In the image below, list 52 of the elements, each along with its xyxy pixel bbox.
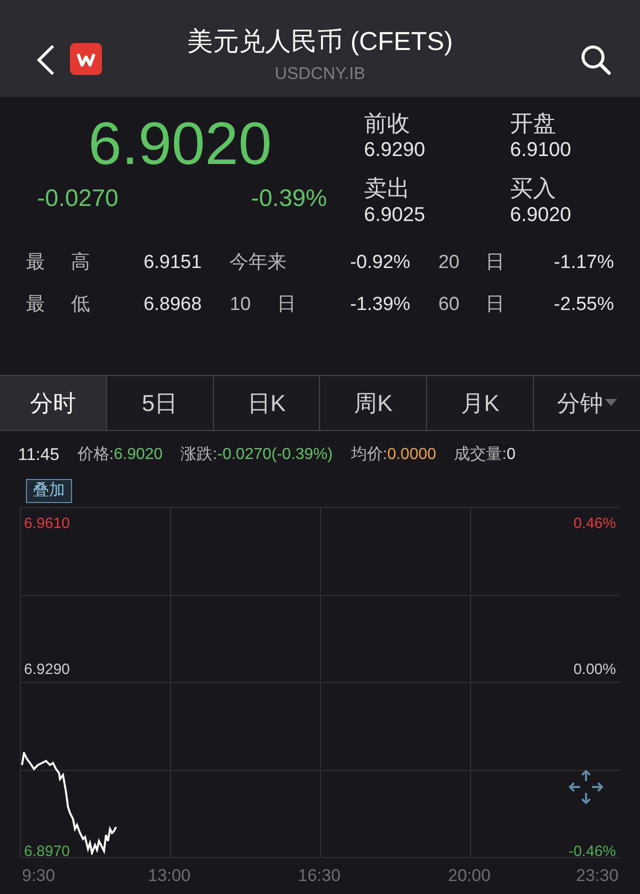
search-icon[interactable] [580,44,612,76]
field-label: 卖出 [364,174,411,202]
stat-value: -0.92% [349,251,410,275]
stat-label: 20 日 [438,251,506,275]
back-icon[interactable] [36,44,56,76]
stat-value: -2.55% [552,293,614,317]
stat-label: 60 日 [438,293,506,317]
price-axis-label: 6.9290 [24,660,70,680]
percent-axis-label: -0.46% [568,842,616,862]
info-value: 0.0000 [387,445,436,465]
field-value: 6.9100 [510,138,572,163]
symbol-code: USDCNY.IB [274,63,366,85]
expand-icon[interactable] [568,769,604,805]
stat-value: 6.8968 [142,293,202,317]
caret-icon [605,399,618,407]
time-axis-label: 23:30 [576,865,619,887]
stat-value: -1.39% [349,293,410,317]
info-label: 价格: [77,445,114,465]
current-price: 6.9020 [88,109,272,179]
stat-label: 10 日 [230,293,298,317]
price-axis-label: 6.9610 [24,514,70,534]
info-value: 0 [506,445,516,465]
stat-label: 最 低 [26,293,92,317]
time-axis-label: 9:30 [22,865,56,887]
stat-value: 6.9151 [142,251,202,275]
time-axis-label: 20:00 [448,865,491,887]
app-logo-icon [70,43,102,75]
price-axis-label: 6.8970 [24,842,70,862]
field-label: 买入 [510,174,557,202]
percent-change: -0.39% [250,184,327,214]
time-label: 11:45 [18,444,60,466]
info-value: -0.0270(-0.39%) [217,445,333,465]
chart-tab[interactable]: 分时 [0,376,106,430]
info-label: 均价: [350,445,388,465]
info-label: 涨跌: [180,445,218,465]
percent-axis-label: 0.46% [573,514,616,534]
stat-label: 今年来 [230,251,288,275]
field-label: 开盘 [510,109,557,137]
field-value: 6.9025 [364,203,426,228]
stat-value: -1.17% [552,251,614,275]
price-change: -0.0270 [37,184,118,214]
stat-label: 最 高 [26,251,92,275]
info-value: 6.9020 [114,445,163,465]
page-title: 美元兑人民币 (CFETS) [187,25,453,58]
time-axis-label: 16:30 [298,865,341,887]
overlay-button[interactable]: 叠加 [26,479,72,503]
time-axis-label: 13:00 [148,865,191,887]
info-label: 成交量: [454,444,507,465]
percent-axis-label: 0.00% [573,660,616,680]
field-value: 6.9290 [364,138,426,163]
field-value: 6.9020 [510,203,572,228]
field-label: 前收 [364,109,411,137]
